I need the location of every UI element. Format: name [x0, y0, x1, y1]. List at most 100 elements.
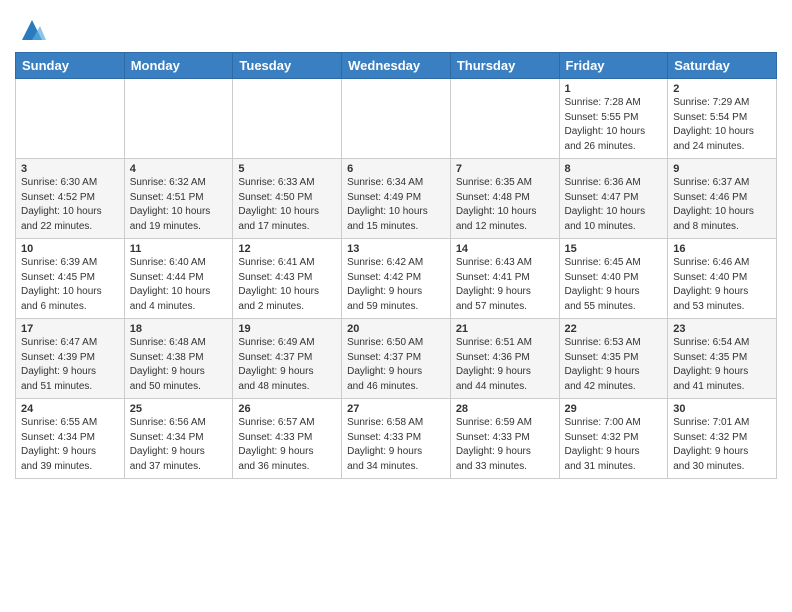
- day-number: 10: [21, 243, 119, 255]
- day-info: Sunrise: 6:51 AM Sunset: 4:36 PM Dayligh…: [456, 336, 554, 394]
- calendar-cell: 10Sunrise: 6:39 AM Sunset: 4:45 PM Dayli…: [16, 239, 125, 319]
- weekday-header-sunday: Sunday: [16, 53, 125, 79]
- day-info: Sunrise: 7:01 AM Sunset: 4:32 PM Dayligh…: [673, 416, 771, 474]
- day-number: 2: [673, 83, 771, 95]
- day-number: 9: [673, 163, 771, 175]
- day-number: 15: [565, 243, 663, 255]
- day-info: Sunrise: 6:35 AM Sunset: 4:48 PM Dayligh…: [456, 176, 554, 234]
- calendar-cell: 24Sunrise: 6:55 AM Sunset: 4:34 PM Dayli…: [16, 399, 125, 479]
- day-info: Sunrise: 6:53 AM Sunset: 4:35 PM Dayligh…: [565, 336, 663, 394]
- day-info: Sunrise: 6:32 AM Sunset: 4:51 PM Dayligh…: [130, 176, 228, 234]
- calendar-cell: 8Sunrise: 6:36 AM Sunset: 4:47 PM Daylig…: [559, 159, 668, 239]
- weekday-header-saturday: Saturday: [668, 53, 777, 79]
- calendar-cell: 23Sunrise: 6:54 AM Sunset: 4:35 PM Dayli…: [668, 319, 777, 399]
- day-info: Sunrise: 6:49 AM Sunset: 4:37 PM Dayligh…: [238, 336, 336, 394]
- day-number: 4: [130, 163, 228, 175]
- logo: [15, 16, 46, 44]
- day-number: 25: [130, 403, 228, 415]
- header: [15, 10, 777, 44]
- day-number: 16: [673, 243, 771, 255]
- page: SundayMondayTuesdayWednesdayThursdayFrid…: [0, 0, 792, 494]
- week-row-3: 10Sunrise: 6:39 AM Sunset: 4:45 PM Dayli…: [16, 239, 777, 319]
- calendar-cell: 9Sunrise: 6:37 AM Sunset: 4:46 PM Daylig…: [668, 159, 777, 239]
- day-info: Sunrise: 6:43 AM Sunset: 4:41 PM Dayligh…: [456, 256, 554, 314]
- day-info: Sunrise: 6:33 AM Sunset: 4:50 PM Dayligh…: [238, 176, 336, 234]
- day-number: 5: [238, 163, 336, 175]
- calendar-cell: [342, 79, 451, 159]
- weekday-header-monday: Monday: [124, 53, 233, 79]
- calendar-cell: 17Sunrise: 6:47 AM Sunset: 4:39 PM Dayli…: [16, 319, 125, 399]
- calendar-cell: 16Sunrise: 6:46 AM Sunset: 4:40 PM Dayli…: [668, 239, 777, 319]
- day-info: Sunrise: 6:45 AM Sunset: 4:40 PM Dayligh…: [565, 256, 663, 314]
- day-number: 17: [21, 323, 119, 335]
- day-number: 1: [565, 83, 663, 95]
- weekday-header-tuesday: Tuesday: [233, 53, 342, 79]
- day-number: 24: [21, 403, 119, 415]
- calendar-cell: 4Sunrise: 6:32 AM Sunset: 4:51 PM Daylig…: [124, 159, 233, 239]
- day-number: 6: [347, 163, 445, 175]
- day-number: 14: [456, 243, 554, 255]
- day-info: Sunrise: 6:54 AM Sunset: 4:35 PM Dayligh…: [673, 336, 771, 394]
- day-number: 30: [673, 403, 771, 415]
- calendar-cell: 3Sunrise: 6:30 AM Sunset: 4:52 PM Daylig…: [16, 159, 125, 239]
- day-number: 12: [238, 243, 336, 255]
- weekday-header-wednesday: Wednesday: [342, 53, 451, 79]
- logo-icon: [18, 16, 46, 44]
- day-number: 7: [456, 163, 554, 175]
- calendar-cell: 15Sunrise: 6:45 AM Sunset: 4:40 PM Dayli…: [559, 239, 668, 319]
- day-info: Sunrise: 7:29 AM Sunset: 5:54 PM Dayligh…: [673, 96, 771, 154]
- calendar-cell: 28Sunrise: 6:59 AM Sunset: 4:33 PM Dayli…: [450, 399, 559, 479]
- day-info: Sunrise: 6:40 AM Sunset: 4:44 PM Dayligh…: [130, 256, 228, 314]
- calendar-cell: 13Sunrise: 6:42 AM Sunset: 4:42 PM Dayli…: [342, 239, 451, 319]
- day-info: Sunrise: 7:00 AM Sunset: 4:32 PM Dayligh…: [565, 416, 663, 474]
- calendar-cell: 12Sunrise: 6:41 AM Sunset: 4:43 PM Dayli…: [233, 239, 342, 319]
- calendar-cell: 19Sunrise: 6:49 AM Sunset: 4:37 PM Dayli…: [233, 319, 342, 399]
- calendar-cell: 30Sunrise: 7:01 AM Sunset: 4:32 PM Dayli…: [668, 399, 777, 479]
- day-info: Sunrise: 6:50 AM Sunset: 4:37 PM Dayligh…: [347, 336, 445, 394]
- calendar-cell: 22Sunrise: 6:53 AM Sunset: 4:35 PM Dayli…: [559, 319, 668, 399]
- day-number: 22: [565, 323, 663, 335]
- day-number: 20: [347, 323, 445, 335]
- day-number: 11: [130, 243, 228, 255]
- day-info: Sunrise: 6:48 AM Sunset: 4:38 PM Dayligh…: [130, 336, 228, 394]
- weekday-header-thursday: Thursday: [450, 53, 559, 79]
- weekday-header-row: SundayMondayTuesdayWednesdayThursdayFrid…: [16, 53, 777, 79]
- day-info: Sunrise: 6:42 AM Sunset: 4:42 PM Dayligh…: [347, 256, 445, 314]
- day-info: Sunrise: 6:59 AM Sunset: 4:33 PM Dayligh…: [456, 416, 554, 474]
- calendar-cell: 6Sunrise: 6:34 AM Sunset: 4:49 PM Daylig…: [342, 159, 451, 239]
- day-info: Sunrise: 6:58 AM Sunset: 4:33 PM Dayligh…: [347, 416, 445, 474]
- calendar-cell: [450, 79, 559, 159]
- calendar-table: SundayMondayTuesdayWednesdayThursdayFrid…: [15, 52, 777, 479]
- calendar-cell: 2Sunrise: 7:29 AM Sunset: 5:54 PM Daylig…: [668, 79, 777, 159]
- week-row-1: 1Sunrise: 7:28 AM Sunset: 5:55 PM Daylig…: [16, 79, 777, 159]
- day-info: Sunrise: 6:56 AM Sunset: 4:34 PM Dayligh…: [130, 416, 228, 474]
- day-number: 26: [238, 403, 336, 415]
- calendar-cell: 25Sunrise: 6:56 AM Sunset: 4:34 PM Dayli…: [124, 399, 233, 479]
- day-info: Sunrise: 7:28 AM Sunset: 5:55 PM Dayligh…: [565, 96, 663, 154]
- day-info: Sunrise: 6:30 AM Sunset: 4:52 PM Dayligh…: [21, 176, 119, 234]
- calendar-cell: 20Sunrise: 6:50 AM Sunset: 4:37 PM Dayli…: [342, 319, 451, 399]
- calendar-cell: 26Sunrise: 6:57 AM Sunset: 4:33 PM Dayli…: [233, 399, 342, 479]
- calendar-cell: 21Sunrise: 6:51 AM Sunset: 4:36 PM Dayli…: [450, 319, 559, 399]
- day-number: 21: [456, 323, 554, 335]
- day-info: Sunrise: 6:46 AM Sunset: 4:40 PM Dayligh…: [673, 256, 771, 314]
- day-number: 27: [347, 403, 445, 415]
- day-number: 18: [130, 323, 228, 335]
- day-number: 23: [673, 323, 771, 335]
- day-info: Sunrise: 6:57 AM Sunset: 4:33 PM Dayligh…: [238, 416, 336, 474]
- calendar-cell: 7Sunrise: 6:35 AM Sunset: 4:48 PM Daylig…: [450, 159, 559, 239]
- day-info: Sunrise: 6:55 AM Sunset: 4:34 PM Dayligh…: [21, 416, 119, 474]
- week-row-4: 17Sunrise: 6:47 AM Sunset: 4:39 PM Dayli…: [16, 319, 777, 399]
- day-info: Sunrise: 6:37 AM Sunset: 4:46 PM Dayligh…: [673, 176, 771, 234]
- calendar-cell: 18Sunrise: 6:48 AM Sunset: 4:38 PM Dayli…: [124, 319, 233, 399]
- day-number: 19: [238, 323, 336, 335]
- calendar-cell: 27Sunrise: 6:58 AM Sunset: 4:33 PM Dayli…: [342, 399, 451, 479]
- day-info: Sunrise: 6:47 AM Sunset: 4:39 PM Dayligh…: [21, 336, 119, 394]
- day-info: Sunrise: 6:36 AM Sunset: 4:47 PM Dayligh…: [565, 176, 663, 234]
- calendar-cell: 5Sunrise: 6:33 AM Sunset: 4:50 PM Daylig…: [233, 159, 342, 239]
- day-info: Sunrise: 6:39 AM Sunset: 4:45 PM Dayligh…: [21, 256, 119, 314]
- day-number: 3: [21, 163, 119, 175]
- calendar-cell: 1Sunrise: 7:28 AM Sunset: 5:55 PM Daylig…: [559, 79, 668, 159]
- day-number: 13: [347, 243, 445, 255]
- calendar-cell: 11Sunrise: 6:40 AM Sunset: 4:44 PM Dayli…: [124, 239, 233, 319]
